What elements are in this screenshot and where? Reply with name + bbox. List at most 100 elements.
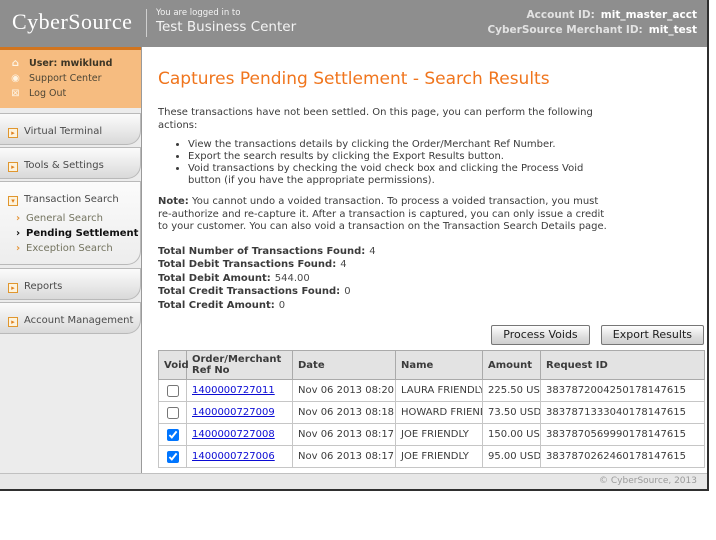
amount-cell: 73.50 USD xyxy=(483,402,541,424)
exception-search-label: Exception Search xyxy=(26,243,113,254)
order-ref-link[interactable]: 1400000727008 xyxy=(192,429,275,440)
tools-settings-label: Tools & Settings xyxy=(24,160,104,171)
request-id-cell: 3837870262460178147615 xyxy=(541,446,705,468)
support-center-label: Support Center xyxy=(29,73,102,84)
order-ref-link[interactable]: 1400000727006 xyxy=(192,451,275,462)
cybersource-logo: CyberSource xyxy=(12,9,132,35)
transaction-search-subitems: › General Search › Pending Settlement › … xyxy=(8,211,140,256)
sidebar-item-user[interactable]: ⌂ User: mwiklund xyxy=(0,56,141,71)
col-amount: Amount xyxy=(483,351,541,380)
date-cell: Nov 06 2013 08:17 PM xyxy=(293,446,396,468)
table-row: 1400000727008 Nov 06 2013 08:17 PM JOE F… xyxy=(159,424,705,446)
merchant-id-label: CyberSource Merchant ID: xyxy=(487,24,642,36)
table-row: 1400000727011 Nov 06 2013 08:20 PM LAURA… xyxy=(159,380,705,402)
order-ref-link[interactable]: 1400000727011 xyxy=(192,385,275,396)
pending-settlement-label: Pending Settlement xyxy=(26,228,138,239)
collapse-arrow-icon: ▾ xyxy=(8,196,18,206)
export-results-button[interactable]: Export Results xyxy=(601,325,704,345)
sidebar-item-support-center[interactable]: ◉ Support Center xyxy=(0,71,141,86)
account-id-label: Account ID: xyxy=(527,9,595,21)
sidebar-item-reports[interactable]: ▸Reports xyxy=(0,268,141,300)
account-id-value: mit_master_acct xyxy=(601,9,697,21)
void-checkbox[interactable] xyxy=(167,429,179,441)
void-checkbox[interactable] xyxy=(167,451,179,463)
virtual-terminal-label: Virtual Terminal xyxy=(24,126,102,137)
user-panel: ⌂ User: mwiklund ◉ Support Center ⊠ Log … xyxy=(0,47,141,108)
sidebar-section-transaction-search: ▾ Transaction Search › General Search › P… xyxy=(0,181,141,265)
merchant-id-value: mit_test xyxy=(649,24,697,36)
logged-in-label: You are logged in to xyxy=(156,8,296,18)
action-bullet: Void transactions by checking the void c… xyxy=(188,163,618,187)
footer: © CyberSource, 2013 xyxy=(0,473,707,489)
main-content: Captures Pending Settlement - Search Res… xyxy=(143,47,707,473)
general-search-label: General Search xyxy=(26,213,103,224)
name-cell: JOE FRIENDLY xyxy=(396,424,483,446)
amount-cell: 95.00 USD xyxy=(483,446,541,468)
action-bullet: Export the search results by clicking th… xyxy=(188,151,618,163)
col-ref: Order/Merchant Ref No xyxy=(187,351,293,380)
request-id-cell: 3837872004250178147615 xyxy=(541,380,705,402)
col-void: Void xyxy=(159,351,187,380)
sidebar-item-log-out[interactable]: ⊠ Log Out xyxy=(0,86,141,101)
action-bullet: View the transactions details by clickin… xyxy=(188,139,618,151)
sidebar-item-virtual-terminal[interactable]: ▸ Virtual Terminal xyxy=(0,113,141,145)
account-info: Account ID: mit_master_acct CyberSource M… xyxy=(487,8,697,38)
request-id-cell: 3837870569990178147615 xyxy=(541,424,705,446)
expand-arrow-icon: ▸ xyxy=(8,317,18,327)
table-header-row: Void Order/Merchant Ref No Date Name Amo… xyxy=(159,351,705,380)
col-request-id: Request ID xyxy=(541,351,705,380)
void-checkbox[interactable] xyxy=(167,385,179,397)
logout-icon: ⊠ xyxy=(9,88,22,99)
expand-arrow-icon: ▸ xyxy=(8,128,18,138)
chevron-right-icon: › xyxy=(12,213,24,224)
actions-list: View the transactions details by clickin… xyxy=(188,139,618,187)
col-date: Date xyxy=(293,351,396,380)
reports-label: Reports xyxy=(24,281,62,292)
sidebar-item-pending-settlement[interactable]: › Pending Settlement xyxy=(8,226,140,241)
sidebar-item-general-search[interactable]: › General Search xyxy=(8,211,140,226)
app-window: CyberSource You are logged in to Test Bu… xyxy=(0,0,709,491)
top-button-row: Process Voids Export Results xyxy=(158,323,704,345)
name-cell: JOE FRIENDLY xyxy=(396,446,483,468)
account-management-label: Account Management xyxy=(24,315,133,326)
home-icon: ⌂ xyxy=(9,58,22,69)
user-label: User: mwiklund xyxy=(29,58,112,69)
date-cell: Nov 06 2013 08:20 PM xyxy=(293,380,396,402)
request-id-cell: 3837871333040178147615 xyxy=(541,402,705,424)
amount-cell: 225.50 USD xyxy=(483,380,541,402)
copyright-text: © CyberSource, 2013 xyxy=(599,476,697,486)
void-checkbox[interactable] xyxy=(167,407,179,419)
logo-divider xyxy=(146,9,147,37)
note-body: You cannot undo a voided transaction. To… xyxy=(158,196,607,232)
chevron-right-icon: › xyxy=(12,228,24,239)
process-voids-button[interactable]: Process Voids xyxy=(491,325,589,345)
expand-arrow-icon: ▸ xyxy=(8,162,18,172)
order-ref-link[interactable]: 1400000727009 xyxy=(192,407,275,418)
sidebar-item-transaction-search[interactable]: ▾ Transaction Search xyxy=(8,187,140,206)
page-title: Captures Pending Settlement - Search Res… xyxy=(158,70,701,89)
name-cell: HOWARD FRIENDLY xyxy=(396,402,483,424)
total-credit-amount: Total Credit Amount:0 xyxy=(158,299,701,313)
total-debit-transactions: Total Debit Transactions Found:4 xyxy=(158,258,701,272)
sidebar-item-account-management[interactable]: ▸ Account Management xyxy=(0,302,141,334)
total-transactions-found: Total Number of Transactions Found:4 xyxy=(158,245,701,259)
transaction-search-label: Transaction Search xyxy=(24,194,119,205)
table-row: 1400000727006 Nov 06 2013 08:17 PM JOE F… xyxy=(159,446,705,468)
chevron-right-icon: › xyxy=(12,243,24,254)
login-context: You are logged in to Test Business Cente… xyxy=(156,8,296,35)
header: CyberSource You are logged in to Test Bu… xyxy=(0,0,707,47)
date-cell: Nov 06 2013 08:18 PM xyxy=(293,402,396,424)
totals-summary: Total Number of Transactions Found:4 Tot… xyxy=(158,245,701,313)
intro-text: These transactions have not been settled… xyxy=(158,107,608,132)
app-name: Test Business Center xyxy=(156,19,296,35)
sidebar: ⌂ User: mwiklund ◉ Support Center ⊠ Log … xyxy=(0,47,142,473)
table-row: 1400000727009 Nov 06 2013 08:18 PM HOWAR… xyxy=(159,402,705,424)
note-label: Note: xyxy=(158,196,189,207)
amount-cell: 150.00 USD xyxy=(483,424,541,446)
total-debit-amount: Total Debit Amount:544.00 xyxy=(158,272,701,286)
results-table: Void Order/Merchant Ref No Date Name Amo… xyxy=(158,350,705,468)
sidebar-item-exception-search[interactable]: › Exception Search xyxy=(8,241,140,256)
col-name: Name xyxy=(396,351,483,380)
name-cell: LAURA FRIENDLY xyxy=(396,380,483,402)
sidebar-item-tools-settings[interactable]: ▸ Tools & Settings xyxy=(0,147,141,179)
